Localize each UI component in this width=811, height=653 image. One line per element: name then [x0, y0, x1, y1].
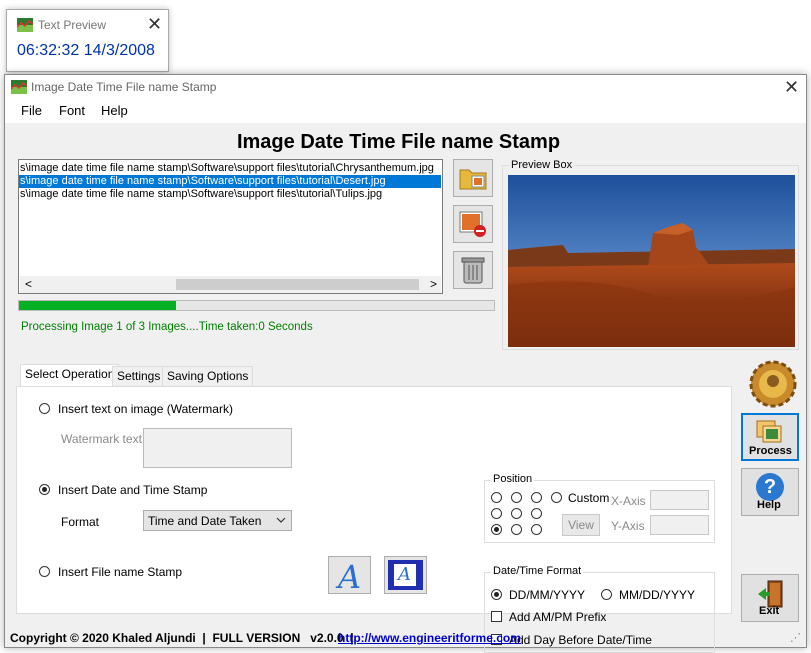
position-bottom-left-radio[interactable] — [491, 524, 502, 535]
remove-image-button[interactable] — [453, 205, 493, 243]
x-axis-input[interactable] — [650, 490, 709, 510]
copyright-text: Copyright © 2020 Khaled Aljundi | FULL V… — [10, 631, 354, 645]
help-button[interactable]: ? Help — [741, 468, 799, 516]
preview-text: 06:32:32 14/3/2008 — [17, 42, 155, 59]
chevron-down-icon — [276, 517, 286, 523]
watermark-label: Insert text on image (Watermark) — [58, 402, 233, 416]
help-icon: ? — [756, 473, 784, 501]
engineer-logo-icon — [749, 360, 797, 408]
title-bar: Image Date Time File name Stamp ✕ — [5, 75, 806, 99]
preview-box: Preview Box — [502, 159, 799, 350]
ddmmyyyy-label: DD/MM/YYYY — [509, 588, 586, 602]
process-label: Process — [749, 445, 792, 457]
remove-image-icon — [459, 211, 486, 237]
y-axis-label: Y-Axis — [611, 519, 645, 533]
position-top-right-radio[interactable] — [531, 492, 542, 503]
font-a-icon: A — [338, 558, 362, 596]
watermark-text-field[interactable] — [143, 428, 292, 468]
menu-font[interactable]: Font — [59, 103, 85, 118]
font-style-button[interactable]: A — [328, 556, 371, 596]
tab-panel: Insert text on image (Watermark) Waterma… — [16, 386, 732, 653]
process-icon — [756, 420, 782, 443]
position-middle-left-radio[interactable] — [491, 508, 502, 519]
progress-fill — [19, 301, 176, 310]
view-button-label: View — [568, 518, 594, 532]
view-button[interactable]: View — [562, 514, 600, 536]
menu-bar: File Font Help — [5, 99, 806, 123]
position-middle-right-radio[interactable] — [531, 508, 542, 519]
filename-radio[interactable] — [39, 566, 50, 577]
folder-icon — [459, 169, 487, 190]
watermark-radio[interactable] — [39, 403, 50, 414]
close-icon[interactable]: ✕ — [784, 78, 799, 96]
tab-saving-options[interactable]: Saving Options — [162, 366, 254, 386]
list-item-selected[interactable]: s\image date time file name stamp\Softwa… — [19, 175, 441, 188]
ampm-checkbox[interactable] — [491, 611, 502, 622]
position-group: Position Custom View X-Axis Y-Axis — [484, 473, 715, 543]
list-item[interactable]: s\image date time file name stamp\Softwa… — [19, 188, 441, 201]
horizontal-scrollbar[interactable]: < > — [20, 276, 441, 293]
position-bottom-center-radio[interactable] — [511, 524, 522, 535]
resize-grip-icon[interactable]: ⋰ — [790, 631, 801, 644]
menu-help[interactable]: Help — [101, 103, 128, 118]
trash-icon — [461, 257, 485, 284]
font-color-swatch: A — [388, 560, 423, 590]
tab-select-operation[interactable]: Select Operation — [20, 364, 120, 386]
scroll-right-arrow[interactable]: > — [430, 277, 437, 291]
website-link[interactable]: http://www.engineeritforme.com — [338, 631, 521, 645]
app-icon — [17, 18, 33, 32]
tab-settings[interactable]: Settings — [112, 366, 166, 386]
filename-label: Insert File name Stamp — [58, 565, 183, 579]
file-list[interactable]: s\image date time file name stamp\Softwa… — [18, 159, 443, 294]
status-text: Processing Image 1 of 3 Images....Time t… — [21, 321, 313, 333]
preview-image — [508, 175, 795, 347]
x-axis-label: X-Axis — [611, 494, 646, 508]
position-top-center-radio[interactable] — [511, 492, 522, 503]
y-axis-input[interactable] — [650, 515, 709, 535]
preview-box-label: Preview Box — [509, 159, 575, 171]
close-icon[interactable]: ✕ — [147, 15, 162, 33]
format-label: Format — [61, 515, 100, 529]
position-middle-center-radio[interactable] — [511, 508, 522, 519]
format-select[interactable]: Time and Date Taken — [143, 510, 292, 531]
datetime-label: Insert Date and Time Stamp — [58, 483, 208, 497]
preview-window-title: Text Preview — [38, 18, 107, 32]
add-folder-button[interactable] — [453, 159, 493, 197]
clear-list-button[interactable] — [453, 251, 493, 289]
datetime-format-label: Date/Time Format — [491, 565, 584, 577]
position-label: Position — [491, 473, 535, 485]
datetime-radio[interactable] — [39, 484, 50, 495]
mmddyyyy-radio[interactable] — [601, 589, 612, 600]
window-title: Image Date Time File name Stamp — [31, 80, 217, 94]
font-color-button[interactable]: A — [384, 556, 427, 594]
ddmmyyyy-radio[interactable] — [491, 589, 502, 600]
help-label: Help — [757, 499, 781, 511]
status-bar: Copyright © 2020 Khaled Aljundi | FULL V… — [5, 629, 806, 647]
app-icon — [11, 80, 27, 94]
progress-bar — [18, 300, 495, 311]
position-top-left-radio[interactable] — [491, 492, 502, 503]
scrollbar-thumb[interactable] — [176, 279, 419, 290]
position-custom-radio[interactable] — [551, 492, 562, 503]
font-color-a-icon: A — [398, 564, 411, 585]
page-title: Image Date Time File name Stamp — [236, 131, 561, 153]
text-preview-window: Text Preview ✕ — [6, 9, 169, 72]
ampm-label: Add AM/PM Prefix — [509, 610, 607, 624]
exit-button[interactable]: Exit — [741, 574, 799, 622]
position-bottom-right-radio[interactable] — [531, 524, 542, 535]
list-item[interactable]: s\image date time file name stamp\Softwa… — [19, 162, 441, 175]
watermark-text-label: Watermark text — [61, 432, 142, 446]
custom-label: Custom — [568, 491, 610, 505]
exit-label: Exit — [759, 605, 780, 617]
mmddyyyy-label: MM/DD/YYYY — [619, 588, 696, 602]
process-button[interactable]: Process — [741, 413, 799, 461]
format-select-value: Time and Date Taken — [148, 514, 262, 528]
main-window: Image Date Time File name Stamp ✕ File F… — [4, 74, 807, 653]
scroll-left-arrow[interactable]: < — [25, 277, 32, 291]
menu-file[interactable]: File — [21, 103, 42, 118]
